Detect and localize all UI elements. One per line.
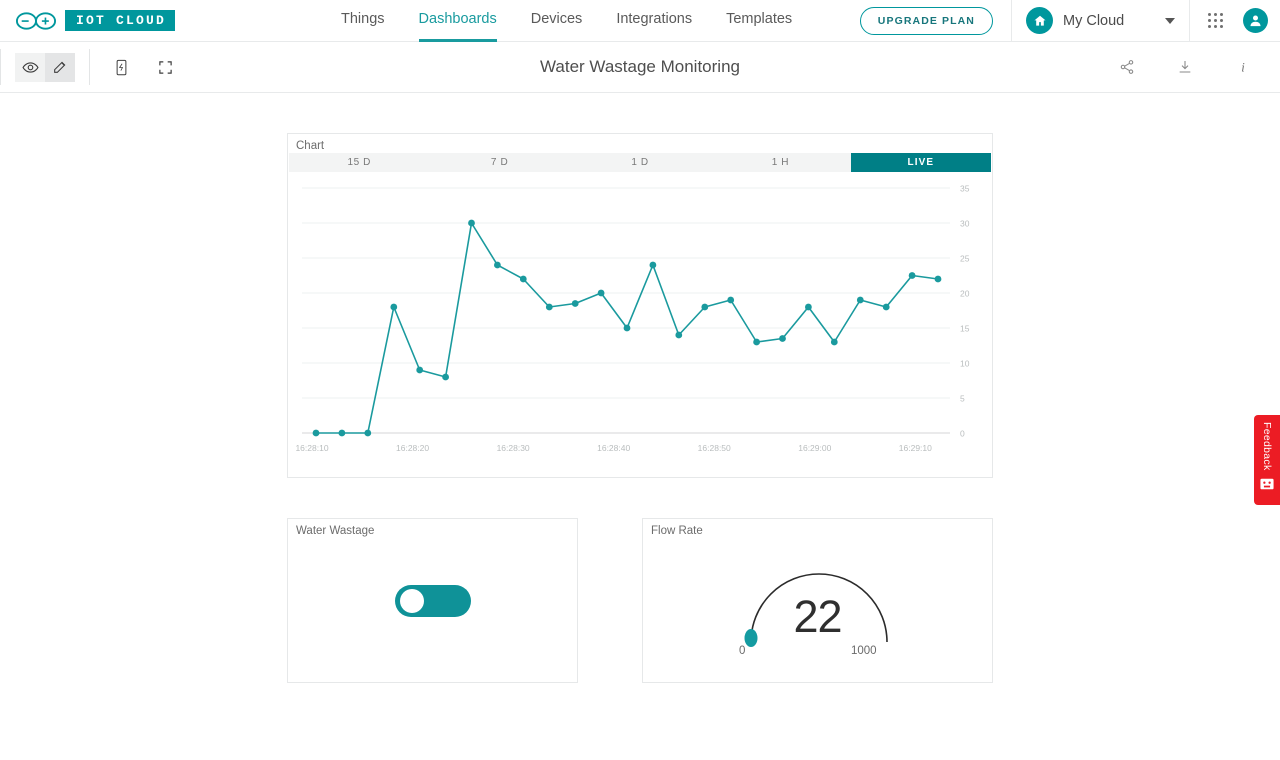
chart-data-point[interactable] xyxy=(494,261,501,269)
page-title: Water Wastage Monitoring xyxy=(540,57,740,76)
toggle-container xyxy=(288,519,577,682)
nav-tab-integrations[interactable]: Integrations xyxy=(616,0,692,42)
pencil-edit-icon[interactable] xyxy=(45,52,75,82)
apps-grid-icon[interactable] xyxy=(1208,13,1223,28)
brand[interactable]: IOT CLOUD xyxy=(14,10,176,32)
chart-data-point[interactable] xyxy=(779,335,786,342)
widget-chart: Chart 15 D 7 D 1 D 1 H LIVE 35 30 25 20 15 10… xyxy=(287,133,993,478)
cloud-selector[interactable]: My Cloud xyxy=(1011,0,1190,42)
chart-data-point[interactable] xyxy=(390,303,398,311)
svg-text:16:29:00: 16:29:00 xyxy=(798,443,831,453)
download-icon[interactable] xyxy=(1168,52,1202,82)
chart-data-point[interactable] xyxy=(312,429,320,437)
widget-flow-rate-gauge: Flow Rate 22 0 1000 xyxy=(642,518,993,683)
range-tab-1h[interactable]: 1 H xyxy=(710,153,850,172)
eye-icon[interactable] xyxy=(15,53,45,82)
range-tab-15d[interactable]: 15 D xyxy=(289,153,429,172)
chart-data-point[interactable] xyxy=(753,338,760,346)
nav-tab-devices[interactable]: Devices xyxy=(531,0,583,42)
nav-tab-templates[interactable]: Templates xyxy=(726,0,792,42)
chart-data-point[interactable] xyxy=(623,324,631,332)
svg-text:15: 15 xyxy=(960,324,970,334)
water-wastage-toggle-switch[interactable] xyxy=(394,584,471,617)
svg-text:0: 0 xyxy=(960,429,965,439)
chevron-down-icon xyxy=(1165,17,1175,24)
cloud-name-label: My Cloud xyxy=(1063,12,1125,29)
svg-text:16:28:50: 16:28:50 xyxy=(698,443,731,453)
fullscreen-icon[interactable] xyxy=(148,52,182,82)
chart-data-point[interactable] xyxy=(519,275,527,283)
chart-data-point[interactable] xyxy=(597,289,605,297)
chart-data-point[interactable] xyxy=(649,261,657,269)
chart-data-point[interactable] xyxy=(442,373,449,381)
chart-data-point[interactable] xyxy=(882,303,890,311)
widget-chart-title: Chart xyxy=(296,140,325,152)
range-tab-1d[interactable]: 1 D xyxy=(570,153,710,172)
feedback-label: Feedback xyxy=(1261,422,1273,471)
dashboard-canvas: Chart 15 D 7 D 1 D 1 H LIVE 35 30 25 20 15 10… xyxy=(0,93,1280,760)
nav-tab-things[interactable]: Things xyxy=(341,0,385,42)
svg-text:20: 20 xyxy=(960,289,970,299)
top-navigation-bar: IOT CLOUD Things Dashboards Devices Inte… xyxy=(0,0,1280,42)
nav-tabs: Things Dashboards Devices Integrations T… xyxy=(341,0,792,42)
dashboard-toolbar: Water Wastage Monitoring i xyxy=(0,42,1280,93)
share-icon[interactable] xyxy=(1110,52,1144,82)
svg-text:10: 10 xyxy=(960,359,970,369)
feedback-face-icon xyxy=(1260,477,1274,495)
chart-data-point[interactable] xyxy=(805,303,812,311)
chart-range-selector: 15 D 7 D 1 D 1 H LIVE xyxy=(289,153,992,172)
chart-data-point[interactable] xyxy=(908,272,916,279)
gauge-value: 22 xyxy=(793,591,842,642)
chart-data-point[interactable] xyxy=(934,275,942,283)
svg-text:16:28:30: 16:28:30 xyxy=(497,443,530,453)
feedback-tab[interactable]: Feedback xyxy=(1254,415,1280,505)
chart-data-point[interactable] xyxy=(675,331,683,339)
chart-data-point[interactable] xyxy=(571,300,579,307)
svg-text:16:28:40: 16:28:40 xyxy=(597,443,630,453)
chart-data-point[interactable] xyxy=(545,303,553,311)
chart-data-point[interactable] xyxy=(364,429,372,437)
range-tab-live[interactable]: LIVE xyxy=(850,153,992,172)
chart-data-point[interactable] xyxy=(338,429,346,437)
toolbar-right-group: i xyxy=(1110,52,1280,82)
svg-text:35: 35 xyxy=(960,184,970,194)
chart-data-point[interactable] xyxy=(468,219,475,227)
chart-data-point[interactable] xyxy=(416,366,424,374)
gauge-min-label: 0 xyxy=(739,645,746,657)
account-avatar-icon[interactable] xyxy=(1243,8,1268,33)
svg-text:25: 25 xyxy=(960,254,970,264)
svg-text:5: 5 xyxy=(960,394,965,404)
svg-text:i: i xyxy=(1241,61,1245,75)
gauge-container[interactable]: 22 0 1000 xyxy=(643,519,992,682)
chart-data-point[interactable] xyxy=(830,338,838,346)
svg-text:16:28:10: 16:28:10 xyxy=(295,443,328,453)
svg-text:16:28:20: 16:28:20 xyxy=(396,443,429,453)
toggle-knob xyxy=(399,588,424,613)
nav-right-group: UPGRADE PLAN My Cloud xyxy=(859,0,1280,42)
brand-label: IOT CLOUD xyxy=(65,10,176,31)
chart-plot-area[interactable]: 35 30 25 20 15 10 5 0 16:28:10 16:28:20 16:28:30 16… xyxy=(288,180,994,478)
info-icon[interactable]: i xyxy=(1226,52,1260,82)
range-tab-7d[interactable]: 7 D xyxy=(429,153,569,172)
arduino-infinity-logo xyxy=(15,11,57,30)
home-icon xyxy=(1026,7,1053,34)
chart-data-point[interactable] xyxy=(701,303,709,311)
mobile-preview-icon[interactable] xyxy=(104,52,138,82)
nav-tab-dashboards[interactable]: Dashboards xyxy=(418,0,497,42)
svg-text:16:29:10: 16:29:10 xyxy=(899,443,932,453)
view-edit-group xyxy=(15,52,75,82)
gauge-max-label: 1000 xyxy=(851,645,877,657)
chart-data-point[interactable] xyxy=(856,296,864,304)
chart-data-point[interactable] xyxy=(727,296,735,304)
widget-water-wastage-toggle: Water Wastage xyxy=(287,518,578,683)
svg-text:30: 30 xyxy=(960,219,970,229)
upgrade-plan-button[interactable]: UPGRADE PLAN xyxy=(859,6,993,35)
